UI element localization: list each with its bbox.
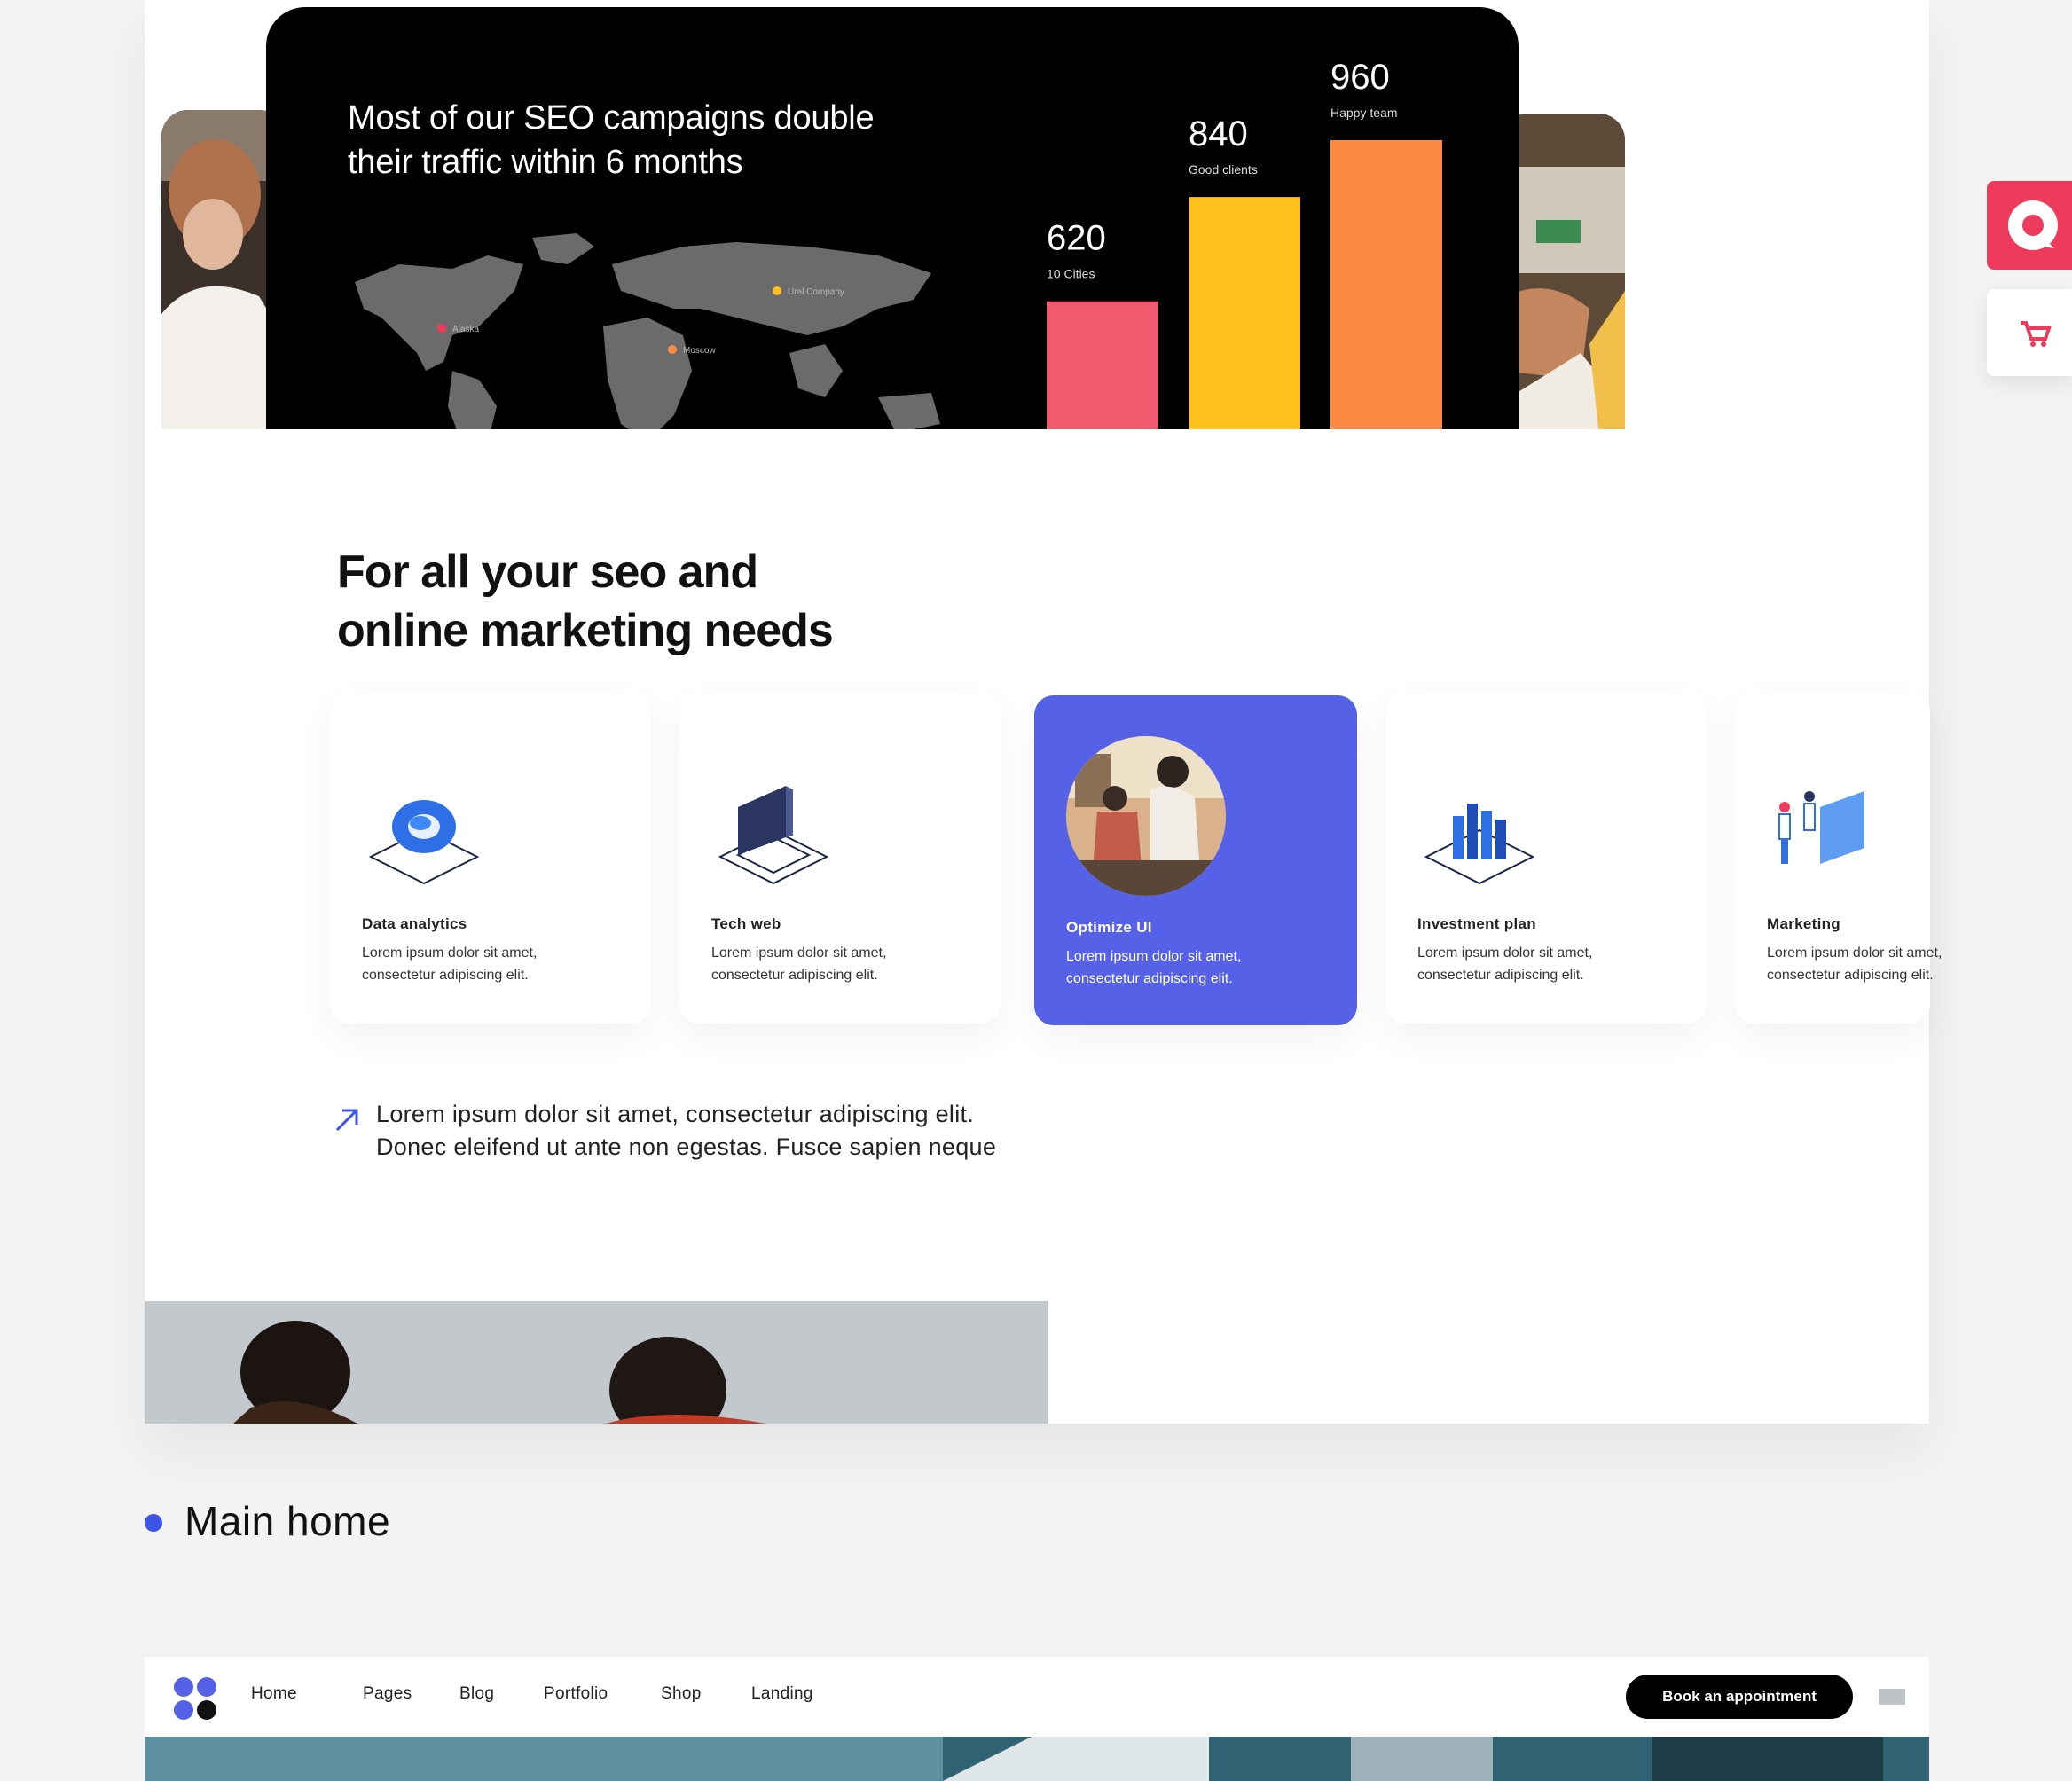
stat-panel: Most of our SEO campaigns double their t… xyxy=(266,7,1519,429)
service-card-optimize-ui[interactable]: Optimize UI Lorem ipsum dolor sit amet, … xyxy=(1034,695,1357,1025)
chat-button[interactable] xyxy=(1987,181,2072,270)
nav-item-landing[interactable]: Landing xyxy=(751,1684,813,1704)
main-home-preview[interactable]: Home Pages Blog Portfolio Shop Landing B… xyxy=(145,1657,1929,1781)
service-card-data-analytics[interactable]: Data analytics Lorem ipsum dolor sit ame… xyxy=(330,692,651,1024)
menu-icon[interactable] xyxy=(1879,1689,1905,1705)
four-dot-logo-icon[interactable] xyxy=(173,1676,217,1721)
bar-chart-icon xyxy=(1424,804,1535,885)
map-pin-alaska xyxy=(437,324,446,333)
map-pin-label-alaska: Alaska xyxy=(452,325,479,334)
card-desc: Lorem ipsum dolor sit amet, consectetur … xyxy=(1066,949,1242,986)
stat-value: 840 xyxy=(1189,114,1248,153)
nav-item-home[interactable]: Home xyxy=(251,1684,297,1704)
team-photo-strip xyxy=(145,1301,1048,1424)
chat-icon xyxy=(2008,200,2058,250)
map-pin-ural xyxy=(773,286,781,295)
service-card-investment-plan[interactable]: Investment plan Lorem ipsum dolor sit am… xyxy=(1385,692,1707,1024)
nav-item-blog[interactable]: Blog xyxy=(459,1684,494,1704)
hero-stat-section: Most of our SEO campaigns double their t… xyxy=(161,7,1625,429)
world-map: Alaska Moscow Ural Company xyxy=(355,233,940,429)
demo-label[interactable]: Main home xyxy=(184,1497,390,1545)
nav-item-portfolio[interactable]: Portfolio xyxy=(544,1684,608,1704)
map-pin-label-ural: Ural Company xyxy=(788,287,844,297)
laptop-icon xyxy=(718,786,829,885)
map-pin-label-moscow: Moscow xyxy=(683,346,716,356)
card-title: Marketing xyxy=(1767,915,1840,932)
stat-bars: 620 10 Cities 840 Good clients 960 Happy team xyxy=(1047,58,1442,429)
hero-photo-right xyxy=(1501,114,1625,429)
card-desc: Lorem ipsum dolor sit amet, consectetur … xyxy=(1417,945,1593,983)
service-card-marketing[interactable]: Marketing Lorem ipsum dolor sit amet, co… xyxy=(1735,692,1942,1024)
stat-value: 960 xyxy=(1330,58,1390,97)
demo-bullet-dot xyxy=(145,1514,162,1532)
stat-caption: 10 Cities xyxy=(1047,267,1095,281)
card-title: Investment plan xyxy=(1417,915,1536,932)
stat-caption: Happy team xyxy=(1330,106,1397,120)
card-desc: Lorem ipsum dolor sit amet, consectetur … xyxy=(711,945,887,983)
nav-item-shop[interactable]: Shop xyxy=(661,1684,702,1704)
arrow-up-right-icon xyxy=(335,1109,358,1132)
card-title: Tech web xyxy=(711,915,781,932)
stat-bar xyxy=(1330,140,1442,429)
stat-headline: Most of our SEO campaigns double their t… xyxy=(348,99,875,181)
analytics-ring-icon xyxy=(368,800,480,885)
building-photo xyxy=(145,1737,1929,1781)
card-title: Data analytics xyxy=(362,915,467,932)
map-pin-moscow xyxy=(668,345,677,354)
card-desc: Lorem ipsum dolor sit amet, consectetur … xyxy=(1767,945,1942,983)
people-board-icon xyxy=(1778,791,1864,864)
nav-item-pages[interactable]: Pages xyxy=(363,1684,412,1704)
stat-bar xyxy=(1189,197,1300,429)
service-card-tech-web[interactable]: Tech web Lorem ipsum dolor sit amet, con… xyxy=(679,692,1001,1024)
services-body-text: Lorem ipsum dolor sit amet, consectetur … xyxy=(376,1101,997,1160)
card-desc: Lorem ipsum dolor sit amet, consectetur … xyxy=(362,945,538,983)
stat-bar xyxy=(1047,301,1158,429)
stat-caption: Good clients xyxy=(1189,162,1258,177)
card-title: Optimize UI xyxy=(1066,919,1152,936)
services-heading: For all your seo and online marketing ne… xyxy=(337,546,834,656)
cart-icon xyxy=(2021,321,2052,347)
team-photo xyxy=(1066,736,1226,896)
book-appointment-button[interactable]: Book an appointment xyxy=(1626,1675,1853,1719)
stat-value: 620 xyxy=(1047,219,1106,258)
cart-button[interactable] xyxy=(1987,289,2072,376)
